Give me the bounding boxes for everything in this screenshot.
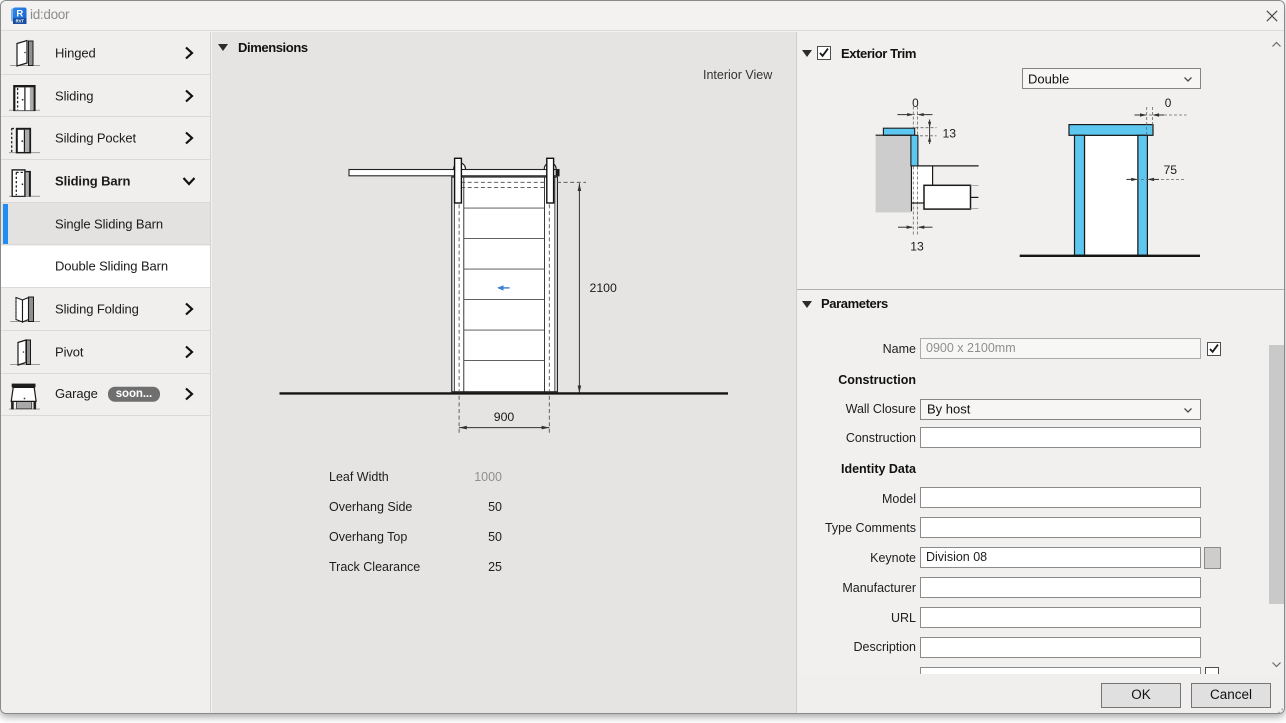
svg-text:75: 75 — [1164, 163, 1178, 177]
svg-text:RVT: RVT — [16, 19, 25, 24]
svg-text:13: 13 — [943, 126, 957, 140]
svg-text:2100: 2100 — [590, 281, 618, 295]
svg-text:13: 13 — [910, 240, 924, 254]
svg-text:900: 900 — [494, 410, 515, 424]
svg-text:0: 0 — [912, 96, 919, 110]
svg-text:0: 0 — [1165, 96, 1172, 110]
